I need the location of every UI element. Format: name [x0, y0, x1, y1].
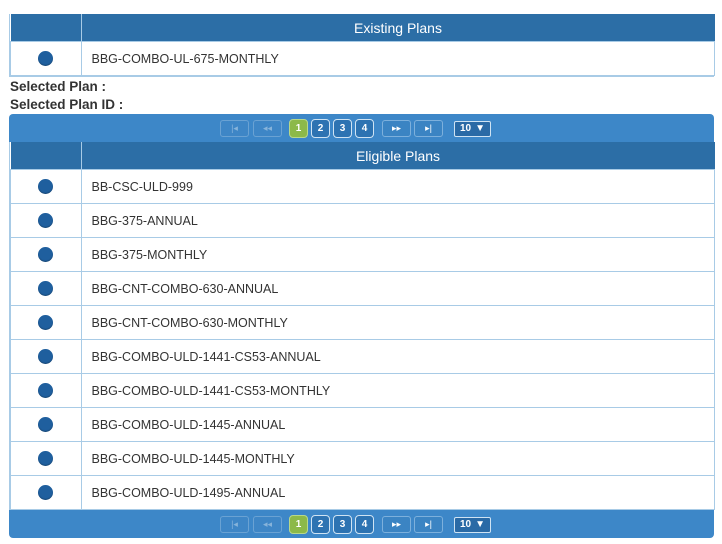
- eligible-plans-grid: Eligible Plans BB-CSC-ULD-999 BBG-375-AN…: [9, 142, 715, 510]
- row-select-cell[interactable]: [10, 169, 82, 204]
- radio-button-icon[interactable]: [38, 315, 54, 331]
- existing-plans-grid: Existing Plans BBG-COMBO-UL-675-MONTHLY: [9, 14, 715, 77]
- table-row[interactable]: BBG-COMBO-ULD-1441-CS53-ANNUAL: [10, 339, 715, 374]
- row-select-cell[interactable]: [10, 305, 82, 340]
- page-2-button[interactable]: 2: [311, 119, 330, 138]
- selected-plan-label: Selected Plan :: [10, 79, 107, 94]
- eligible-plans-header-row: Eligible Plans: [10, 142, 715, 170]
- select-column-header: [10, 142, 81, 170]
- row-select-cell[interactable]: [10, 271, 82, 306]
- page-4-button[interactable]: 4: [355, 119, 374, 138]
- plan-name: BBG-COMBO-UL-675-MONTHLY: [80, 41, 715, 76]
- next-page-button[interactable]: ▸▸: [382, 120, 411, 137]
- pager-bottom: |◂ ◂◂ 1 2 3 4 ▸▸ ▸| 10 ▼: [9, 510, 714, 538]
- chevron-down-icon: ▼: [475, 519, 486, 530]
- page-2-button[interactable]: 2: [311, 515, 330, 534]
- row-select-cell[interactable]: [10, 475, 82, 510]
- radio-button-icon[interactable]: [38, 51, 54, 67]
- plan-name: BBG-COMBO-ULD-1445-MONTHLY: [80, 441, 715, 476]
- radio-button-icon[interactable]: [38, 451, 54, 467]
- select-column-header: [10, 14, 81, 42]
- pager-top: |◂ ◂◂ 1 2 3 4 ▸▸ ▸| 10 ▼: [9, 114, 714, 142]
- table-row[interactable]: BBG-375-ANNUAL: [10, 203, 715, 238]
- plan-name: BB-CSC-ULD-999: [80, 169, 715, 204]
- radio-button-icon[interactable]: [38, 349, 54, 365]
- chevron-down-icon: ▼: [475, 123, 486, 134]
- plan-name: BBG-CNT-COMBO-630-ANNUAL: [80, 271, 715, 306]
- table-row[interactable]: BBG-COMBO-ULD-1445-MONTHLY: [10, 441, 715, 476]
- plan-name: BBG-COMBO-ULD-1441-CS53-MONTHLY: [80, 373, 715, 408]
- selected-plan-id-label: Selected Plan ID :: [10, 97, 124, 112]
- row-select-cell[interactable]: [10, 407, 82, 442]
- last-page-button[interactable]: ▸|: [414, 120, 443, 137]
- plans-panel: Existing Plans BBG-COMBO-UL-675-MONTHLY …: [9, 14, 715, 538]
- selection-info: Selected Plan : Selected Plan ID :: [10, 78, 714, 114]
- row-select-cell[interactable]: [10, 441, 82, 476]
- row-select-cell[interactable]: [10, 373, 82, 408]
- existing-plans-header-row: Existing Plans: [10, 14, 715, 42]
- page-size-select[interactable]: 10 ▼: [454, 120, 491, 137]
- next-page-button[interactable]: ▸▸: [382, 516, 411, 533]
- radio-button-icon[interactable]: [38, 417, 54, 433]
- table-row[interactable]: BBG-COMBO-ULD-1441-CS53-MONTHLY: [10, 373, 715, 408]
- table-row[interactable]: BB-CSC-ULD-999: [10, 169, 715, 204]
- plan-name: BBG-COMBO-ULD-1441-CS53-ANNUAL: [80, 339, 715, 374]
- page-size-value: 10: [459, 519, 472, 530]
- last-page-button[interactable]: ▸|: [414, 516, 443, 533]
- radio-button-icon[interactable]: [38, 281, 54, 297]
- radio-button-icon[interactable]: [38, 383, 54, 399]
- table-row[interactable]: BBG-COMBO-UL-675-MONTHLY: [10, 41, 715, 76]
- radio-button-icon[interactable]: [38, 213, 54, 229]
- row-select-cell[interactable]: [10, 203, 82, 238]
- plan-name: BBG-COMBO-ULD-1495-ANNUAL: [80, 475, 715, 510]
- plan-name: BBG-375-ANNUAL: [80, 203, 715, 238]
- radio-button-icon[interactable]: [38, 485, 54, 501]
- existing-plans-column-header: Existing Plans: [80, 14, 715, 42]
- first-page-button[interactable]: |◂: [220, 516, 249, 533]
- page-3-button[interactable]: 3: [333, 515, 352, 534]
- prev-page-button[interactable]: ◂◂: [253, 120, 282, 137]
- plan-name: BBG-COMBO-ULD-1445-ANNUAL: [80, 407, 715, 442]
- page-4-button[interactable]: 4: [355, 515, 374, 534]
- page-size-value: 10: [459, 123, 472, 134]
- eligible-plans-column-header: Eligible Plans: [80, 142, 715, 170]
- radio-button-icon[interactable]: [38, 179, 54, 195]
- first-page-button[interactable]: |◂: [220, 120, 249, 137]
- radio-button-icon[interactable]: [38, 247, 54, 263]
- table-row[interactable]: BBG-CNT-COMBO-630-ANNUAL: [10, 271, 715, 306]
- prev-page-button[interactable]: ◂◂: [253, 516, 282, 533]
- page-1-button[interactable]: 1: [289, 119, 308, 138]
- table-row[interactable]: BBG-375-MONTHLY: [10, 237, 715, 272]
- table-row[interactable]: BBG-COMBO-ULD-1445-ANNUAL: [10, 407, 715, 442]
- page-3-button[interactable]: 3: [333, 119, 352, 138]
- row-select-cell[interactable]: [10, 41, 82, 76]
- plan-name: BBG-375-MONTHLY: [80, 237, 715, 272]
- plan-name: BBG-CNT-COMBO-630-MONTHLY: [80, 305, 715, 340]
- row-select-cell[interactable]: [10, 339, 82, 374]
- page-1-button[interactable]: 1: [289, 515, 308, 534]
- page-size-select[interactable]: 10 ▼: [454, 516, 491, 533]
- table-row[interactable]: BBG-CNT-COMBO-630-MONTHLY: [10, 305, 715, 340]
- row-select-cell[interactable]: [10, 237, 82, 272]
- table-row[interactable]: BBG-COMBO-ULD-1495-ANNUAL: [10, 475, 715, 510]
